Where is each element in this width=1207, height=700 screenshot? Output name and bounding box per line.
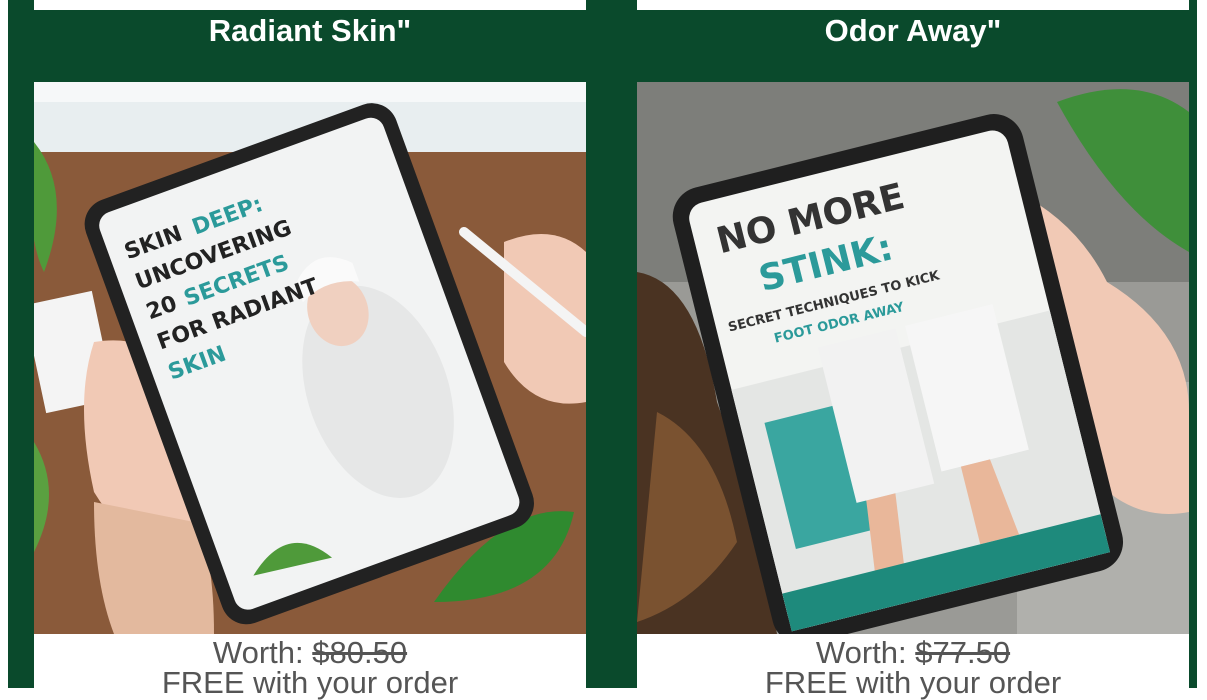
ebook-mockup-image: SKIN DEEP: UNCOVERING 20 SECRETS FOR RAD… (34, 82, 586, 634)
free-offer-text: FREE with your order (764, 665, 1062, 700)
center-divider (586, 0, 637, 688)
price-info: Worth: $80.50 FREE with your order (34, 634, 586, 698)
product-card-radiant-skin: Radiant Skin" SKIN DEEP: UNCOVERING 20 S… (34, 10, 586, 698)
right-border (1189, 0, 1197, 688)
tablet-skin-deep-illustration: SKIN DEEP: UNCOVERING 20 SECRETS FOR RAD… (34, 82, 586, 634)
card-title: Odor Away" (637, 10, 1189, 82)
tablet-no-more-stink-illustration: NO MORE STINK: SECRET TECHNIQUES TO KICK… (637, 82, 1189, 634)
page: Radiant Skin" SKIN DEEP: UNCOVERING 20 S… (0, 0, 1207, 698)
price-info: Worth: $77.50 FREE with your order (637, 634, 1189, 698)
ebook-mockup-image: NO MORE STINK: SECRET TECHNIQUES TO KICK… (637, 82, 1189, 634)
card-title-text: Radiant Skin" (208, 13, 412, 48)
free-offer-text: FREE with your order (161, 665, 459, 700)
card-title: Radiant Skin" (34, 10, 586, 82)
product-card-odor-away: Odor Away" NO MORE STINK: SECRET TECHNIQ… (637, 10, 1189, 698)
card-title-text: Odor Away" (824, 13, 1002, 48)
left-border (8, 0, 34, 688)
